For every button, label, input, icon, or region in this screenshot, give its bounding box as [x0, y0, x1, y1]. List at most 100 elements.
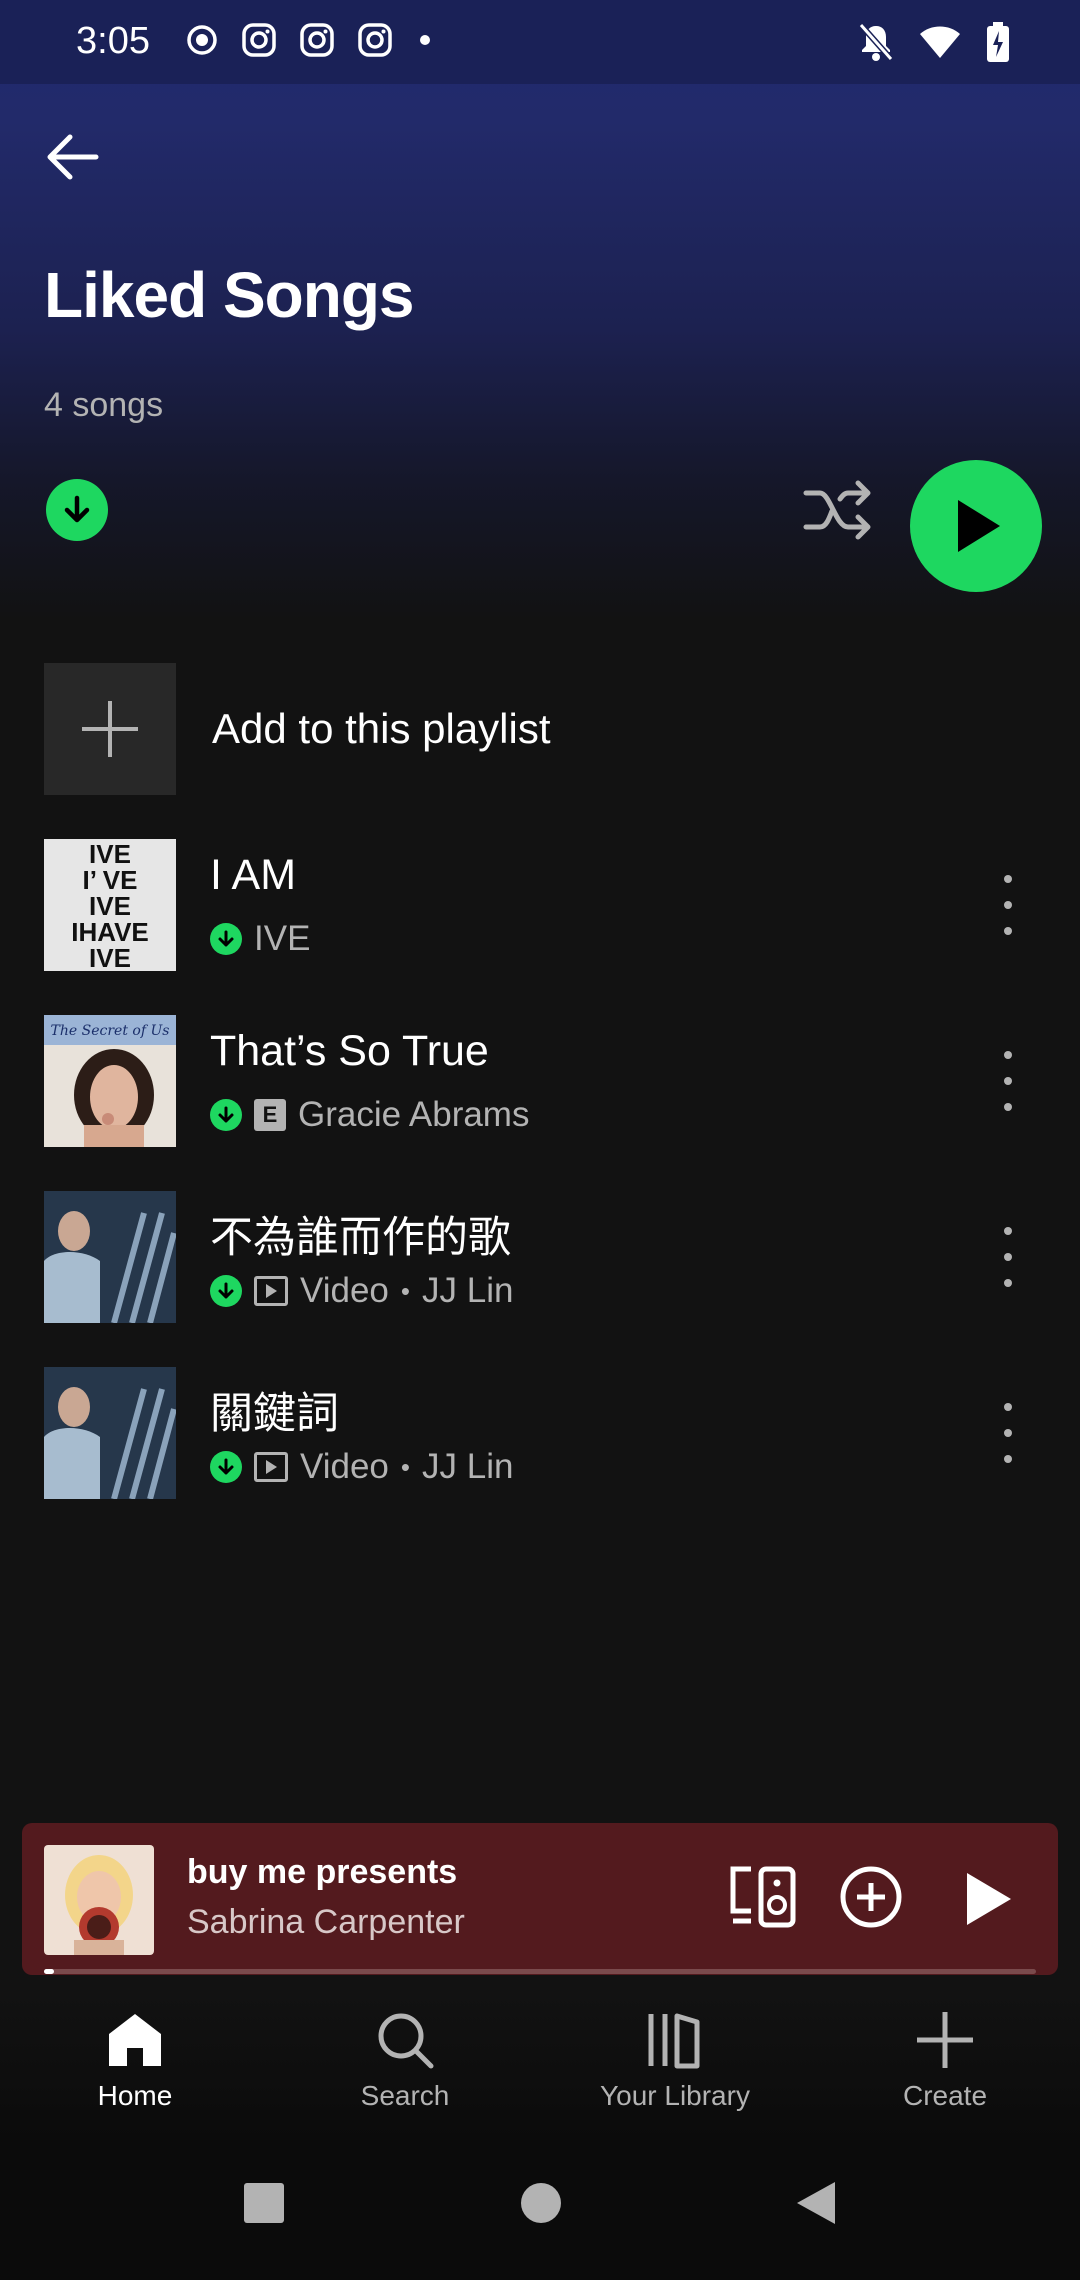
connect-device-button[interactable] [727, 1865, 799, 1929]
bottom-navigation: Home Search Your Library Create [0, 1990, 1080, 2140]
album-art: IVE I’ VE IVE IHAVE IVE [44, 839, 176, 971]
wifi-icon [920, 26, 960, 58]
art-text: IVE [89, 943, 131, 971]
home-icon [109, 2014, 161, 2066]
ive-album-art: IVE I’ VE IVE IHAVE IVE [44, 839, 176, 971]
record-icon [187, 25, 217, 55]
more-dot-icon [1004, 1429, 1012, 1437]
status-notification-icons [185, 22, 435, 58]
more-dot-icon [1004, 1077, 1012, 1085]
system-navigation-bar [0, 2140, 1080, 2280]
downloaded-icon [210, 923, 242, 955]
plus-icon [917, 2012, 973, 2068]
more-dot-icon [1004, 901, 1012, 909]
track-row[interactable]: 關鍵詞 Video • JJ Lin [44, 1367, 1044, 1499]
battery-charging-icon [987, 22, 1009, 62]
plus-circle-icon [840, 1866, 902, 1928]
nav-create[interactable]: Create [845, 2010, 1045, 2112]
nav-label: Home [97, 2080, 173, 2111]
status-system-icons [858, 22, 1010, 62]
track-type: Video [300, 1447, 389, 1486]
track-meta: Video • JJ Lin [210, 1271, 513, 1311]
back-button[interactable] [40, 125, 104, 189]
track-title: 不為誰而作的歌 [210, 1214, 511, 1262]
more-dot-icon [1004, 1279, 1012, 1287]
shuffle-button[interactable] [800, 475, 876, 545]
more-dot-icon [1004, 1051, 1012, 1059]
instagram-icon [358, 23, 392, 57]
nav-library[interactable]: Your Library [575, 2010, 775, 2112]
back-triangle-icon[interactable] [795, 2180, 837, 2226]
mini-player-play-button[interactable] [957, 1867, 1017, 1931]
instagram-icon [242, 23, 276, 57]
more-dot-icon [1004, 1227, 1012, 1235]
status-time: 3:05 [76, 20, 150, 62]
add-to-playlist-row[interactable]: Add to this playlist [44, 663, 551, 795]
more-options-button[interactable] [994, 1403, 1022, 1463]
downloaded-icon [210, 1451, 242, 1483]
mini-player-artist: Sabrina Carpenter [187, 1903, 465, 1941]
shuffle-icon [803, 480, 871, 540]
nav-label: Create [902, 2080, 988, 2111]
downloaded-icon [210, 1099, 242, 1131]
album-art: The Secret of Us [44, 1015, 176, 1147]
search-icon [378, 2013, 434, 2069]
more-dot-icon [1004, 875, 1012, 883]
track-row[interactable]: IVE I’ VE IVE IHAVE IVE I AM IVE [44, 839, 1044, 971]
track-title: That’s So True [210, 1027, 489, 1075]
page-title: Liked Songs [44, 259, 414, 331]
add-tile [44, 663, 176, 795]
status-bar: 3:05 [0, 0, 1080, 84]
jjlin-album-art [44, 1191, 176, 1323]
more-options-button[interactable] [994, 1227, 1022, 1287]
devices-icon [730, 1866, 796, 1928]
track-artist: Gracie Abrams [298, 1095, 530, 1134]
playback-progress-fill [44, 1969, 54, 1974]
more-options-button[interactable] [994, 1051, 1022, 1111]
recents-square-icon[interactable] [243, 2182, 285, 2224]
track-meta: E Gracie Abrams [210, 1095, 529, 1135]
meta-separator: • [400, 1275, 410, 1306]
track-type: Video [300, 1271, 389, 1310]
instagram-icon [300, 23, 334, 57]
arrow-left-icon [47, 134, 99, 180]
album-art [44, 1191, 176, 1323]
meta-separator: • [400, 1451, 410, 1482]
explicit-badge: E [254, 1099, 286, 1131]
track-title: I AM [210, 851, 297, 899]
more-dot-icon [1004, 1103, 1012, 1111]
album-art [44, 1367, 176, 1499]
nav-label: Search [360, 2080, 450, 2111]
gracie-album-art: The Secret of Us [44, 1015, 176, 1147]
play-button[interactable] [910, 460, 1042, 592]
download-arrow-icon [64, 495, 90, 523]
mini-player-album-art [44, 1845, 154, 1955]
track-meta: Video • JJ Lin [210, 1447, 513, 1487]
more-dot-icon [1004, 927, 1012, 935]
more-dot-icon [1004, 1403, 1012, 1411]
downloaded-icon [210, 1275, 242, 1307]
art-text: The Secret of Us [51, 1023, 170, 1039]
playback-progress-bar[interactable] [44, 1969, 1036, 1974]
home-circle-icon[interactable] [520, 2182, 562, 2224]
video-icon [254, 1276, 288, 1306]
sabrina-album-art [44, 1845, 154, 1955]
nav-home[interactable]: Home [35, 2010, 235, 2112]
download-toggle-button[interactable] [46, 479, 108, 541]
add-to-library-button[interactable] [839, 1865, 903, 1929]
track-row[interactable]: 不為誰而作的歌 Video • JJ Lin [44, 1191, 1044, 1323]
play-icon [958, 500, 1000, 552]
mini-player-title: buy me presents [187, 1853, 458, 1891]
add-to-playlist-label: Add to this playlist [212, 705, 551, 752]
video-icon [254, 1452, 288, 1482]
more-options-button[interactable] [994, 875, 1022, 935]
track-meta: IVE [210, 919, 310, 959]
mini-player[interactable]: buy me presents Sabrina Carpenter [22, 1823, 1058, 1975]
track-row[interactable]: The Secret of Us That’s So True E Gracie… [44, 1015, 1044, 1147]
jjlin-album-art [44, 1367, 176, 1499]
nav-search[interactable]: Search [305, 2010, 505, 2112]
play-icon [967, 1873, 1011, 1925]
more-notifications-dot-icon [420, 35, 430, 45]
notifications-off-icon [858, 23, 894, 61]
more-dot-icon [1004, 1455, 1012, 1463]
